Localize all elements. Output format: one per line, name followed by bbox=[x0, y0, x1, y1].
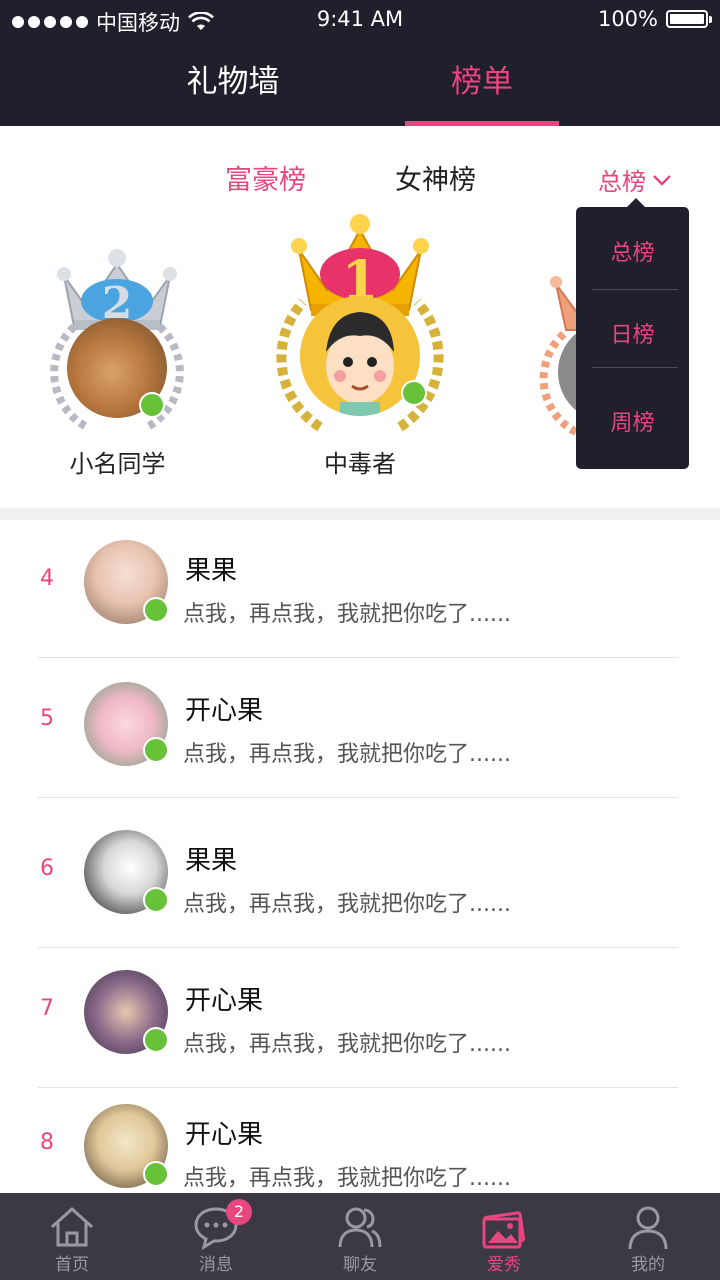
rank-number: 6 bbox=[40, 856, 54, 881]
status-bar: 中国移动 9:41 AM 100% bbox=[0, 0, 720, 40]
user-name: 果果 bbox=[185, 556, 238, 586]
rank-number: 8 bbox=[40, 1130, 54, 1155]
tab-messages[interactable]: 消息 bbox=[144, 1193, 288, 1280]
dropdown-divider bbox=[592, 289, 678, 290]
online-indicator bbox=[143, 887, 169, 913]
chevron-down-icon bbox=[653, 174, 671, 186]
online-indicator bbox=[143, 1027, 169, 1053]
podium-name: 小名同学 bbox=[69, 450, 166, 478]
tab-label: 消息 bbox=[199, 1255, 233, 1275]
app-header: 中国移动 9:41 AM 100% 礼物墙 榜单 bbox=[0, 0, 720, 126]
user-signature: 点我，再点我，我就把你吃了...... bbox=[183, 742, 511, 767]
battery-status: 100% bbox=[597, 7, 712, 31]
online-indicator bbox=[143, 597, 169, 623]
unread-badge: 2 bbox=[226, 1199, 252, 1225]
home-icon bbox=[50, 1206, 94, 1247]
row-divider bbox=[38, 797, 678, 798]
dropdown-divider bbox=[592, 367, 678, 368]
rank-number: 4 bbox=[40, 566, 54, 591]
tab-love-show[interactable]: 爱秀 bbox=[432, 1193, 576, 1280]
user-signature: 点我，再点我，我就把你吃了...... bbox=[183, 1166, 511, 1191]
row-divider bbox=[38, 1087, 678, 1088]
active-tab-indicator bbox=[405, 121, 559, 126]
user-name: 果果 bbox=[185, 846, 238, 876]
user-name: 开心果 bbox=[185, 696, 264, 726]
list-item[interactable]: 5 开心果 点我，再点我，我就把你吃了...... bbox=[0, 660, 720, 800]
section-divider bbox=[0, 508, 720, 520]
tab-profile[interactable]: 我的 bbox=[576, 1193, 720, 1280]
podium-second[interactable]: 2 小名同学 bbox=[40, 246, 195, 478]
gallery-icon bbox=[482, 1211, 526, 1249]
period-selector-label: 总榜 bbox=[598, 168, 646, 196]
friends-icon bbox=[338, 1207, 382, 1248]
rank-number: 5 bbox=[40, 706, 54, 731]
period-selector[interactable]: 总榜 bbox=[598, 162, 672, 197]
podium-first[interactable]: 1 中毒者 bbox=[262, 210, 458, 480]
online-indicator bbox=[401, 380, 427, 406]
tab-label: 我的 bbox=[631, 1255, 665, 1275]
list-item[interactable]: 4 果果 点我，再点我，我就把你吃了...... bbox=[0, 520, 720, 660]
tab-label: 首页 bbox=[55, 1255, 89, 1275]
user-name: 开心果 bbox=[185, 986, 264, 1016]
dropdown-item-daily[interactable]: 日榜 bbox=[576, 317, 689, 349]
tab-friends[interactable]: 聊友 bbox=[288, 1193, 432, 1280]
tab-label: 聊友 bbox=[343, 1255, 377, 1275]
battery-icon bbox=[666, 10, 712, 28]
user-signature: 点我，再点我，我就把你吃了...... bbox=[183, 1032, 511, 1057]
tab-goddess-list[interactable]: 女神榜 bbox=[395, 158, 476, 197]
ranking-subtabs: 富豪榜 女神榜 总榜 bbox=[0, 158, 720, 198]
tab-gift-wall[interactable]: 礼物墙 bbox=[153, 56, 313, 106]
period-dropdown-menu: 总榜 日榜 周榜 bbox=[576, 198, 689, 469]
battery-percent: 100% bbox=[597, 7, 658, 31]
tab-rich-list[interactable]: 富豪榜 bbox=[225, 158, 306, 197]
dropdown-item-total[interactable]: 总榜 bbox=[576, 235, 689, 267]
bottom-tab-bar: 首页 消息 聊友 爱秀 我的 bbox=[0, 1193, 720, 1280]
user-signature: 点我，再点我，我就把你吃了...... bbox=[183, 892, 511, 917]
rank-number: 7 bbox=[40, 996, 54, 1021]
tab-rankings[interactable]: 榜单 bbox=[405, 56, 559, 106]
user-name: 开心果 bbox=[185, 1120, 264, 1150]
tab-home[interactable]: 首页 bbox=[0, 1193, 144, 1280]
profile-icon bbox=[628, 1206, 668, 1250]
online-indicator bbox=[143, 1161, 169, 1187]
tab-label: 爱秀 bbox=[487, 1255, 521, 1275]
podium-name: 中毒者 bbox=[324, 450, 396, 478]
row-divider bbox=[38, 947, 678, 948]
online-indicator bbox=[143, 737, 169, 763]
online-indicator bbox=[139, 392, 165, 418]
dropdown-item-weekly[interactable]: 周榜 bbox=[576, 405, 689, 437]
user-signature: 点我，再点我，我就把你吃了...... bbox=[183, 602, 511, 627]
list-item[interactable]: 6 果果 点我，再点我，我就把你吃了...... bbox=[0, 810, 720, 950]
list-item[interactable]: 7 开心果 点我，再点我，我就把你吃了...... bbox=[0, 950, 720, 1090]
row-divider bbox=[38, 657, 678, 658]
